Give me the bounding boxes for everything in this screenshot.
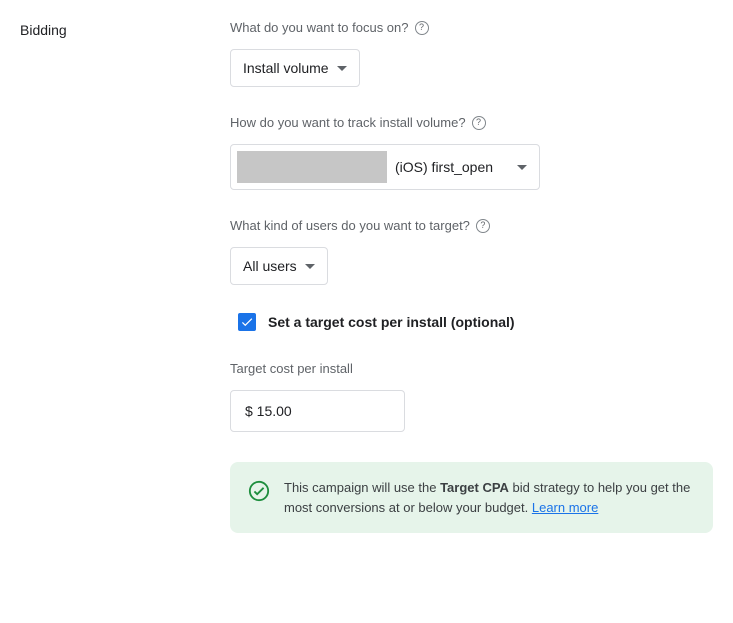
section-title: Bidding	[20, 22, 230, 38]
focus-dropdown-value: Install volume	[243, 60, 329, 76]
focus-label-text: What do you want to focus on?	[230, 20, 409, 35]
track-dropdown[interactable]: (iOS) first_open	[230, 144, 540, 190]
track-field: How do you want to track install volume?…	[230, 115, 713, 190]
target-cpi-label-text: Target cost per install	[230, 361, 353, 376]
users-dropdown[interactable]: All users	[230, 247, 328, 285]
track-dropdown-value: (iOS) first_open	[395, 159, 493, 175]
target-cpi-checkbox-label: Set a target cost per install (optional)	[268, 314, 515, 330]
learn-more-link[interactable]: Learn more	[532, 500, 598, 515]
redacted-app-name	[237, 151, 387, 183]
target-cpi-field: Target cost per install	[230, 361, 713, 432]
help-icon[interactable]: ?	[472, 116, 486, 130]
focus-field: What do you want to focus on? ? Install …	[230, 20, 713, 87]
users-label-text: What kind of users do you want to target…	[230, 218, 470, 233]
users-dropdown-value: All users	[243, 258, 297, 274]
chevron-down-icon	[517, 165, 527, 170]
users-label: What kind of users do you want to target…	[230, 218, 713, 233]
focus-label: What do you want to focus on? ?	[230, 20, 713, 35]
track-label-text: How do you want to track install volume?	[230, 115, 466, 130]
info-text-before: This campaign will use the	[284, 480, 440, 495]
help-icon[interactable]: ?	[476, 219, 490, 233]
checkmark-icon	[240, 315, 254, 329]
focus-dropdown[interactable]: Install volume	[230, 49, 360, 87]
info-box: This campaign will use the Target CPA bi…	[230, 462, 713, 533]
info-text-bold: Target CPA	[440, 480, 509, 495]
users-field: What kind of users do you want to target…	[230, 218, 713, 285]
checkmark-circle-icon	[248, 480, 270, 502]
help-icon[interactable]: ?	[415, 21, 429, 35]
chevron-down-icon	[305, 264, 315, 269]
target-cpi-checkbox-row[interactable]: Set a target cost per install (optional)	[230, 313, 713, 331]
target-cpi-input[interactable]	[230, 390, 405, 432]
info-text: This campaign will use the Target CPA bi…	[284, 478, 695, 517]
target-cpi-label: Target cost per install	[230, 361, 713, 376]
target-cpi-checkbox[interactable]	[238, 313, 256, 331]
chevron-down-icon	[337, 66, 347, 71]
track-label: How do you want to track install volume?…	[230, 115, 713, 130]
